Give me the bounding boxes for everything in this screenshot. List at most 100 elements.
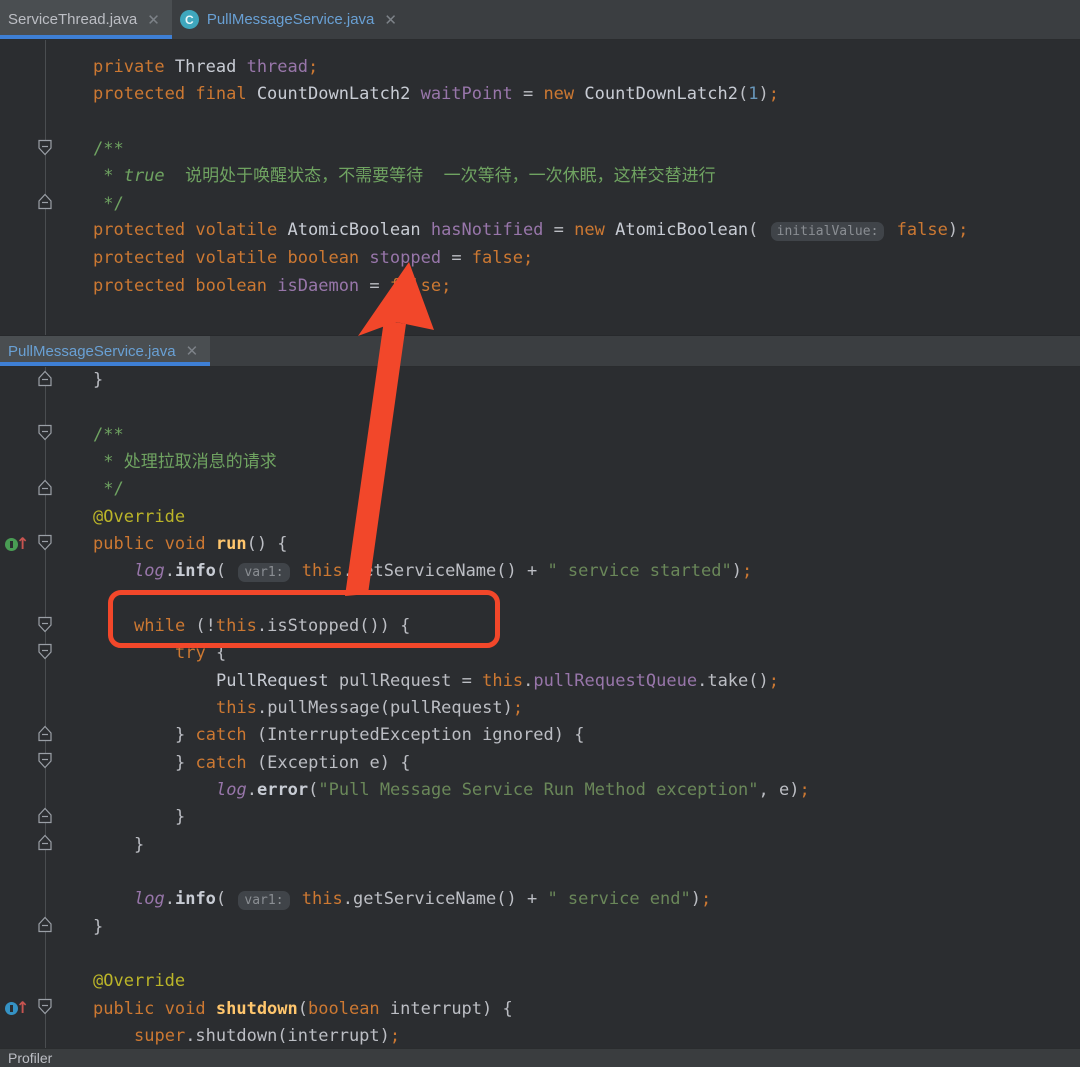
fold-up-icon[interactable] [37,369,53,392]
tab-label: PullMessageService.java [207,11,375,28]
fold-down-icon[interactable] [37,138,53,161]
override-method-icon[interactable]: ↑ [5,536,33,554]
code-line[interactable]: } catch (InterruptedException ignored) { [0,722,1080,749]
code-text[interactable]: protected boolean isDaemon = false; [58,273,451,300]
code-text[interactable]: public void shutdown(boolean interrupt) … [58,996,513,1023]
code-line[interactable]: * 处理拉取消息的请求 [0,449,1080,476]
code-line[interactable]: } [0,832,1080,859]
code-text[interactable]: @Override [58,968,185,995]
code-text[interactable]: } [58,832,144,859]
code-line[interactable] [0,586,1080,613]
fold-up-icon[interactable] [37,916,53,939]
editor-gutter [0,941,58,968]
code-text[interactable]: /** [58,422,124,449]
code-line[interactable]: ↑ public void run() { [0,531,1080,558]
code-line[interactable] [0,109,1080,136]
editor-gutter [0,859,58,886]
code-text[interactable]: } catch (InterruptedException ignored) { [58,722,584,749]
code-text[interactable]: } [58,367,103,394]
code-text[interactable]: PullRequest pullRequest = this.pullReque… [58,668,779,695]
code-text[interactable]: @Override [58,504,185,531]
code-text[interactable]: try { [58,640,226,667]
fold-up-icon[interactable] [37,834,53,857]
code-text[interactable]: protected final CountDownLatch2 waitPoin… [58,81,779,108]
code-line[interactable]: @Override [0,968,1080,995]
code-line[interactable]: PullRequest pullRequest = this.pullReque… [0,668,1080,695]
code-line[interactable]: */ [0,191,1080,218]
code-line[interactable]: */ [0,476,1080,503]
code-line[interactable]: while (!this.isStopped()) { [0,613,1080,640]
close-icon[interactable]: ✕ [184,342,201,360]
code-text[interactable]: * 处理拉取消息的请求 [58,449,277,476]
code-line[interactable]: super.shutdown(interrupt); [0,1023,1080,1048]
editor-gutter [0,750,58,777]
code-line[interactable]: /** [0,422,1080,449]
editor-gutter [0,1023,58,1048]
code-text[interactable]: super.shutdown(interrupt); [58,1023,400,1048]
code-text[interactable]: while (!this.isStopped()) { [58,613,410,640]
up-arrow-icon: ↑ [16,998,29,1017]
editor-pane-top[interactable]: private Thread thread;protected final Co… [0,40,1080,335]
fold-up-icon[interactable] [37,724,53,747]
code-text[interactable]: log.error("Pull Message Service Run Meth… [58,777,810,804]
code-line[interactable]: } catch (Exception e) { [0,750,1080,777]
fold-up-icon[interactable] [37,478,53,501]
code-text[interactable]: */ [58,476,124,503]
fold-down-icon[interactable] [37,998,53,1021]
tab-servicethread-java[interactable]: ServiceThread.java✕ [0,0,172,39]
fold-up-icon[interactable] [37,193,53,216]
editor-gutter [0,968,58,995]
fold-down-icon[interactable] [37,642,53,665]
code-line[interactable] [0,941,1080,968]
up-arrow-icon: ↑ [16,534,29,553]
code-line[interactable]: this.pullMessage(pullRequest); [0,695,1080,722]
code-line[interactable]: /** [0,136,1080,163]
code-line[interactable]: protected volatile AtomicBoolean hasNoti… [0,218,1080,245]
fold-down-icon[interactable] [37,752,53,775]
code-text[interactable]: log.info( var1: this.getServiceName() + … [58,558,752,586]
editor-gutter: ↑ [0,996,58,1023]
code-line[interactable]: log.error("Pull Message Service Run Meth… [0,777,1080,804]
code-line[interactable] [0,859,1080,886]
code-line[interactable]: try { [0,640,1080,667]
code-line[interactable]: log.info( var1: this.getServiceName() + … [0,886,1080,913]
code-text[interactable]: /** [58,136,124,163]
editor-gutter [0,191,58,218]
tab-pullmessageservice-java[interactable]: CPullMessageService.java✕ [172,0,409,39]
code-text[interactable]: * true 说明处于唤醒状态，不需要等待 一次等待，一次休眠，这样交替进行 [58,163,716,190]
code-text[interactable]: protected volatile AtomicBoolean hasNoti… [58,217,968,245]
code-line[interactable]: } [0,804,1080,831]
code-text[interactable]: protected volatile boolean stopped = fal… [58,245,533,272]
code-text[interactable]: log.info( var1: this.getServiceName() + … [58,886,711,914]
fold-down-icon[interactable] [37,533,53,556]
code-line[interactable]: * true 说明处于唤醒状态，不需要等待 一次等待，一次休眠，这样交替进行 [0,163,1080,190]
code-text[interactable]: */ [58,191,124,218]
code-line[interactable]: protected final CountDownLatch2 waitPoin… [0,81,1080,108]
code-text[interactable]: public void run() { [58,531,288,558]
editor-tab-bar-top: ServiceThread.java✕CPullMessageService.j… [0,0,1080,40]
code-line[interactable] [0,394,1080,421]
editor-pane-bottom[interactable]: }/** * 处理拉取消息的请求 */@Override↑public void… [0,367,1080,1048]
close-icon[interactable]: ✕ [382,11,399,29]
close-icon[interactable]: ✕ [145,11,162,29]
code-line[interactable]: } [0,914,1080,941]
fold-up-icon[interactable] [37,806,53,829]
code-line[interactable]: protected volatile boolean stopped = fal… [0,245,1080,272]
editor-gutter [0,109,58,136]
code-text[interactable]: this.pullMessage(pullRequest); [58,695,523,722]
code-line[interactable]: protected boolean isDaemon = false; [0,273,1080,300]
code-text[interactable]: private Thread thread; [58,54,318,81]
profiler-toolwindow-button[interactable]: Profiler [8,1050,52,1066]
code-line[interactable]: log.info( var1: this.getServiceName() + … [0,558,1080,585]
code-line[interactable]: ↑ public void shutdown(boolean interrupt)… [0,996,1080,1023]
override-method-icon[interactable]: ↑ [5,1000,33,1018]
code-line[interactable]: } [0,367,1080,394]
tab-pullmessageservice-java[interactable]: PullMessageService.java✕ [0,336,210,366]
fold-down-icon[interactable] [37,424,53,447]
code-text[interactable]: } [58,914,103,941]
code-line[interactable]: @Override [0,504,1080,531]
code-line[interactable]: private Thread thread; [0,54,1080,81]
fold-down-icon[interactable] [37,615,53,638]
code-text[interactable]: } [58,804,185,831]
code-text[interactable]: } catch (Exception e) { [58,750,410,777]
